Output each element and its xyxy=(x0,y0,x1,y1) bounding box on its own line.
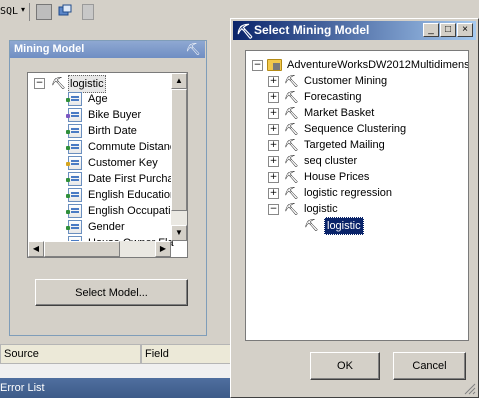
grid-header-field[interactable]: Field xyxy=(141,344,232,364)
sql-button[interactable]: SQL xyxy=(0,3,20,21)
mining-structure-icon: ⛏ xyxy=(284,202,300,216)
window-icon[interactable] xyxy=(58,4,72,18)
column-label: English Education xyxy=(88,189,177,201)
mining-pick-icon: ⛏ xyxy=(185,42,201,56)
column-label: Date First Purcha xyxy=(88,173,174,185)
expand-icon[interactable]: + xyxy=(268,140,279,151)
mining-structure-icon: ⛏ xyxy=(284,170,300,184)
expand-icon[interactable]: + xyxy=(268,108,279,119)
page-icon[interactable] xyxy=(82,4,94,20)
column-label: Gender xyxy=(88,221,125,233)
predict-column-icon xyxy=(66,108,82,122)
collapse-icon[interactable]: − xyxy=(268,204,279,215)
grid-header-source[interactable]: Source xyxy=(0,344,141,364)
maximize-button[interactable]: □ xyxy=(440,23,456,37)
mining-structure-icon: ⛏ xyxy=(284,74,300,88)
structure-label: House Prices xyxy=(304,171,370,183)
structure-label: Forecasting xyxy=(304,91,362,103)
input-column-icon xyxy=(66,92,82,106)
column-label: Bike Buyer xyxy=(88,109,142,121)
expand-icon[interactable]: + xyxy=(268,172,279,183)
select-model-button[interactable]: Select Model... xyxy=(35,279,188,306)
structure-label: logistic regression xyxy=(304,187,393,199)
expand-icon[interactable]: + xyxy=(268,124,279,135)
resize-grip-icon[interactable] xyxy=(464,383,476,395)
mining-model-tree: − ⛏ logistic Age Bike Buyer Birth Date C… xyxy=(27,72,188,258)
input-column-icon xyxy=(66,204,82,218)
structure-label: Market Basket xyxy=(304,107,375,119)
structure-label: Sequence Clustering xyxy=(304,123,407,135)
dropdown-arrow-icon[interactable]: ▾ xyxy=(21,5,25,21)
mining-model-icon: ⛏ xyxy=(236,23,254,39)
scroll-left-icon[interactable]: ◀ xyxy=(28,241,44,257)
expand-icon[interactable]: + xyxy=(268,188,279,199)
mining-structure-icon: ⛏ xyxy=(284,154,300,168)
mining-structure-icon: ⛏ xyxy=(284,138,300,152)
column-label: English Occupatic xyxy=(88,205,177,217)
close-button[interactable]: × xyxy=(457,23,473,37)
status-bar: Error List xyxy=(0,378,232,398)
structure-label: logistic xyxy=(304,203,338,215)
structure-label: Targeted Mailing xyxy=(304,139,385,151)
collapse-icon[interactable]: − xyxy=(252,60,263,71)
scroll-up-icon[interactable]: ▲ xyxy=(171,73,187,89)
mining-model-icon: ⛏ xyxy=(51,76,67,90)
expand-icon[interactable]: + xyxy=(268,76,279,87)
input-column-icon xyxy=(66,140,82,154)
mining-structure-icon: ⛏ xyxy=(284,106,300,120)
mining-structure-icon: ⛏ xyxy=(284,90,300,104)
scroll-down-icon[interactable]: ▼ xyxy=(171,225,187,241)
column-label: Age xyxy=(88,93,108,105)
toolbar: SQL ▾ xyxy=(0,0,232,25)
ok-button[interactable]: OK xyxy=(310,352,380,380)
column-label: Commute Distanc xyxy=(88,141,176,153)
hscroll-thumb[interactable] xyxy=(44,241,120,257)
input-column-icon xyxy=(66,220,82,234)
database-label: AdventureWorksDW2012Multidimens xyxy=(287,59,469,71)
horizontal-scrollbar[interactable]: ◀ ▶ xyxy=(28,241,171,257)
expand-icon[interactable]: + xyxy=(268,156,279,167)
mining-structure-icon: ⛏ xyxy=(284,186,300,200)
expand-icon[interactable]: + xyxy=(268,92,279,103)
mining-model-icon: ⛏ xyxy=(304,218,320,232)
scroll-thumb[interactable] xyxy=(171,89,187,211)
dialog-title: Select Mining Model xyxy=(254,23,370,37)
key-column-icon xyxy=(66,156,82,170)
structure-label: Customer Mining xyxy=(304,75,388,87)
minimize-button[interactable]: _ xyxy=(423,23,439,37)
mining-model-header: Mining Model ⛏ xyxy=(10,41,205,58)
cancel-button[interactable]: Cancel xyxy=(393,352,466,380)
toolbar-separator xyxy=(29,3,30,21)
input-column-icon xyxy=(66,172,82,186)
scroll-right-icon[interactable]: ▶ xyxy=(155,241,171,257)
table-icon[interactable] xyxy=(36,4,52,20)
selected-model-label: logistic xyxy=(324,217,364,235)
mining-model-title: Mining Model xyxy=(14,43,85,55)
column-label: Birth Date xyxy=(88,125,137,137)
mining-structure-icon: ⛏ xyxy=(284,122,300,136)
collapse-icon[interactable]: − xyxy=(34,78,45,89)
input-column-icon xyxy=(66,188,82,202)
structure-label: seq cluster xyxy=(304,155,358,167)
input-column-icon xyxy=(66,124,82,138)
vertical-scrollbar[interactable]: ▲ ▼ xyxy=(171,73,187,241)
error-list-tab[interactable]: Error List xyxy=(0,382,45,394)
column-label: Customer Key xyxy=(88,157,158,169)
mining-structure-tree: − AdventureWorksDW2012Multidimens + ⛏ Cu… xyxy=(245,50,469,341)
grid-body xyxy=(0,364,232,378)
database-folder-icon xyxy=(267,59,282,71)
